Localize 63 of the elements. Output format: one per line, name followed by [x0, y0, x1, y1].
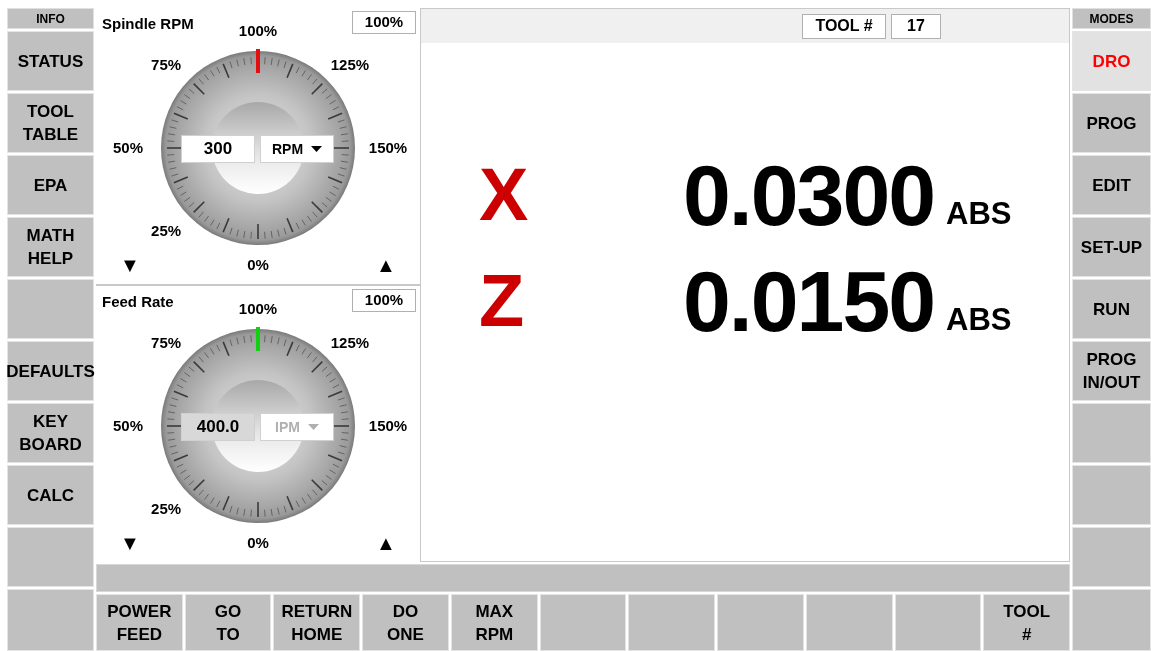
side-button[interactable]: EDIT: [1072, 155, 1151, 215]
function-button[interactable]: DO ONE: [362, 594, 449, 651]
override-field[interactable]: 100%: [352, 11, 416, 34]
scale-label: 0%: [247, 532, 269, 553]
side-button[interactable]: MATH HELP: [7, 217, 94, 277]
panel-header: INFO: [7, 8, 94, 29]
scale-label: 125%: [330, 55, 370, 75]
scale-label: 25%: [151, 498, 182, 519]
scale-label: 100%: [238, 298, 278, 319]
gauge-title: Feed Rate: [102, 292, 174, 312]
axis-letter: Z: [478, 259, 526, 343]
axis-value: 0.0300: [683, 153, 935, 237]
axis-mode: ABS: [946, 197, 1012, 231]
function-button[interactable]: TOOL #: [983, 594, 1070, 651]
unit-dropdown[interactable]: RPM: [260, 135, 334, 163]
blank-button[interactable]: [7, 589, 94, 651]
side-button[interactable]: DEFAULTS: [7, 341, 94, 401]
scale-label: 100%: [238, 20, 278, 41]
side-button[interactable]: EPA: [7, 155, 94, 215]
tool-label: TOOL #: [802, 13, 886, 39]
axis-letter: X: [478, 153, 530, 237]
scale-label: 125%: [330, 333, 370, 353]
scale-label: 50%: [113, 137, 143, 158]
blank-button[interactable]: [894, 594, 982, 651]
blank-button[interactable]: [1072, 403, 1151, 463]
function-button[interactable]: RETURN HOME: [273, 594, 361, 651]
tool-number-field: 17: [891, 13, 941, 39]
axis-mode: ABS: [946, 303, 1012, 337]
axis-value: 0.0150: [683, 259, 935, 343]
value-field[interactable]: 300: [181, 135, 255, 163]
blank-button[interactable]: [1072, 465, 1151, 525]
function-button[interactable]: POWER FEED: [96, 594, 183, 651]
side-button[interactable]: PROG: [1072, 93, 1151, 153]
blank-button[interactable]: [1072, 527, 1151, 587]
scale-label: 75%: [151, 333, 182, 353]
side-button[interactable]: KEY BOARD: [7, 403, 94, 463]
gauge-title: Spindle RPM: [102, 14, 194, 34]
scale-label: 150%: [368, 415, 408, 436]
blank-button[interactable]: [628, 594, 716, 651]
scale-label: 0%: [247, 254, 269, 275]
scale-label: 150%: [368, 137, 408, 158]
blank-button[interactable]: [539, 594, 627, 651]
blank-button[interactable]: [805, 594, 893, 651]
side-button[interactable]: SET-UP: [1072, 217, 1151, 277]
function-button[interactable]: MAX RPM: [450, 594, 538, 651]
side-button[interactable]: STATUS: [7, 31, 94, 91]
scale-label: 25%: [151, 220, 182, 241]
blank-button[interactable]: [7, 527, 94, 587]
caret-icon: [307, 424, 319, 430]
side-button[interactable]: CALC: [7, 465, 94, 525]
caret-icon: [311, 146, 323, 152]
panel-header: MODES: [1072, 8, 1151, 29]
side-button[interactable]: RUN: [1072, 279, 1151, 339]
side-button[interactable]: TOOL TABLE: [7, 93, 94, 153]
blank-button[interactable]: [1072, 589, 1151, 651]
scale-label: 75%: [151, 55, 182, 75]
blank-button[interactable]: [7, 279, 94, 339]
blank-button[interactable]: [717, 594, 804, 651]
increase-button[interactable]: ▲: [376, 254, 396, 276]
function-button[interactable]: GO TO: [184, 594, 272, 651]
side-button[interactable]: PROG IN/OUT: [1072, 341, 1151, 401]
decrease-button[interactable]: ▼: [120, 254, 140, 276]
scale-label: 50%: [113, 415, 143, 436]
